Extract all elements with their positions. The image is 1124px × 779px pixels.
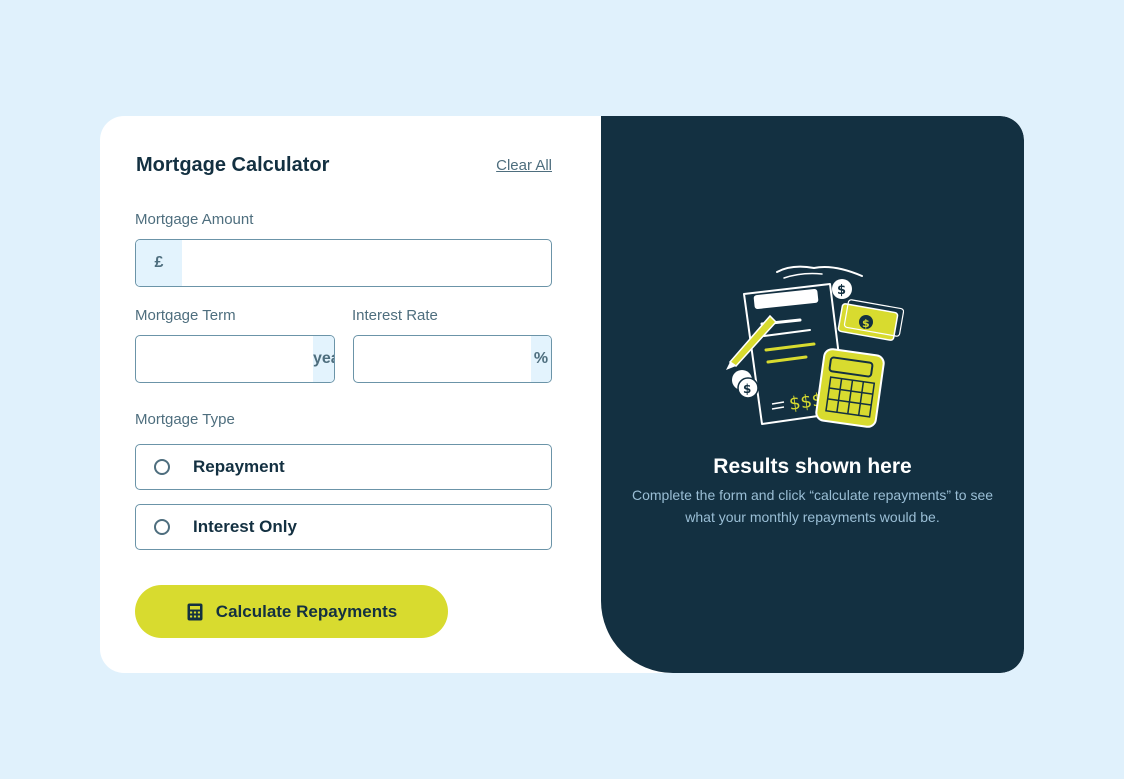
mortgage-amount-input[interactable] [182, 240, 551, 286]
mortgage-term-input[interactable] [136, 336, 313, 382]
page-title: Mortgage Calculator [136, 154, 330, 176]
svg-text:$: $ [743, 382, 751, 396]
calculator-card: Mortgage Calculator Clear All Mortgage A… [100, 116, 1024, 673]
mortgage-amount-field: £ [135, 239, 552, 287]
form-header: Mortgage Calculator Clear All [136, 154, 552, 177]
years-suffix: years [313, 336, 334, 382]
mortgage-term-field: years [135, 335, 335, 383]
clear-all-link[interactable]: Clear All [496, 157, 552, 174]
radio-circle-icon[interactable] [154, 459, 170, 475]
repayment-label: Repayment [193, 457, 285, 476]
interest-only-label: Interest Only [193, 517, 297, 536]
calculate-repayments-button[interactable]: Calculate Repayments [135, 585, 448, 638]
repayment-option[interactable]: Repayment [135, 444, 552, 490]
mortgage-amount-label: Mortgage Amount [135, 211, 254, 228]
results-title: Results shown here [713, 455, 912, 478]
interest-rate-field: % [353, 335, 552, 383]
interest-rate-input[interactable] [354, 336, 531, 382]
interest-only-option[interactable]: Interest Only [135, 504, 552, 550]
svg-text:$: $ [837, 283, 846, 298]
form-panel: Mortgage Calculator Clear All Mortgage A… [100, 116, 601, 673]
results-panel: $$$ $ $ $ Results shown here Complete th… [601, 116, 1024, 673]
radio-circle-icon[interactable] [154, 519, 170, 535]
mortgage-type-label: Mortgage Type [135, 411, 235, 428]
mortgage-term-label: Mortgage Term [135, 307, 236, 324]
calculate-button-label: Calculate Repayments [215, 601, 398, 621]
percent-suffix: % [531, 336, 551, 382]
svg-text:$: $ [862, 317, 870, 330]
results-description: Complete the form and click “calculate r… [631, 487, 994, 525]
interest-rate-label: Interest Rate [352, 307, 438, 324]
calculator-icon [187, 603, 203, 620]
pound-prefix: £ [136, 240, 182, 286]
empty-results-illustration: $$$ $ $ $ [726, 265, 904, 428]
